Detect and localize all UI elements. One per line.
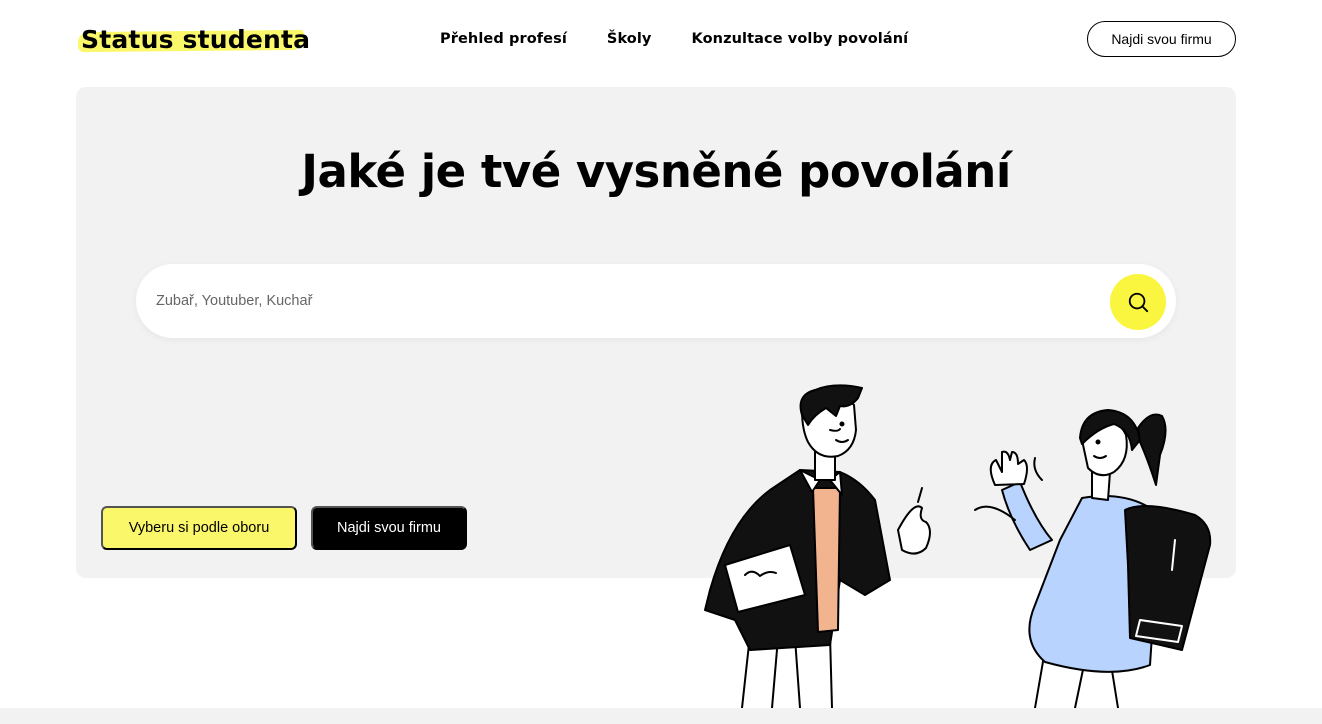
woman-figure — [974, 409, 1212, 709]
search-icon — [1128, 292, 1149, 313]
search-button[interactable] — [1110, 274, 1166, 330]
search-input[interactable] — [156, 264, 1096, 338]
nav-item-skoly[interactable]: Školy — [607, 31, 652, 47]
find-company-header-button[interactable]: Najdi svou firmu — [1087, 21, 1236, 57]
main-nav: Přehled profesí Školy Konzultace volby p… — [440, 31, 908, 47]
find-company-button[interactable]: Najdi svou firmu — [311, 506, 467, 550]
man-figure — [704, 384, 931, 709]
logo[interactable]: Status studenta — [76, 22, 310, 56]
hero-title: Jaké je tvé vysněné povolání — [301, 145, 1011, 198]
choose-by-field-button[interactable]: Vyberu si podle oboru — [101, 506, 297, 550]
nav-item-prehled-profesi[interactable]: Přehled profesí — [440, 31, 567, 47]
students-illustration — [704, 384, 1212, 709]
logo-text: Status studenta — [81, 24, 311, 54]
site-header: Status studenta Přehled profesí Školy Ko… — [0, 0, 1322, 80]
search-bar — [136, 264, 1176, 338]
footer-strip — [0, 708, 1322, 724]
nav-item-konzultace[interactable]: Konzultace volby povolání — [692, 31, 909, 47]
